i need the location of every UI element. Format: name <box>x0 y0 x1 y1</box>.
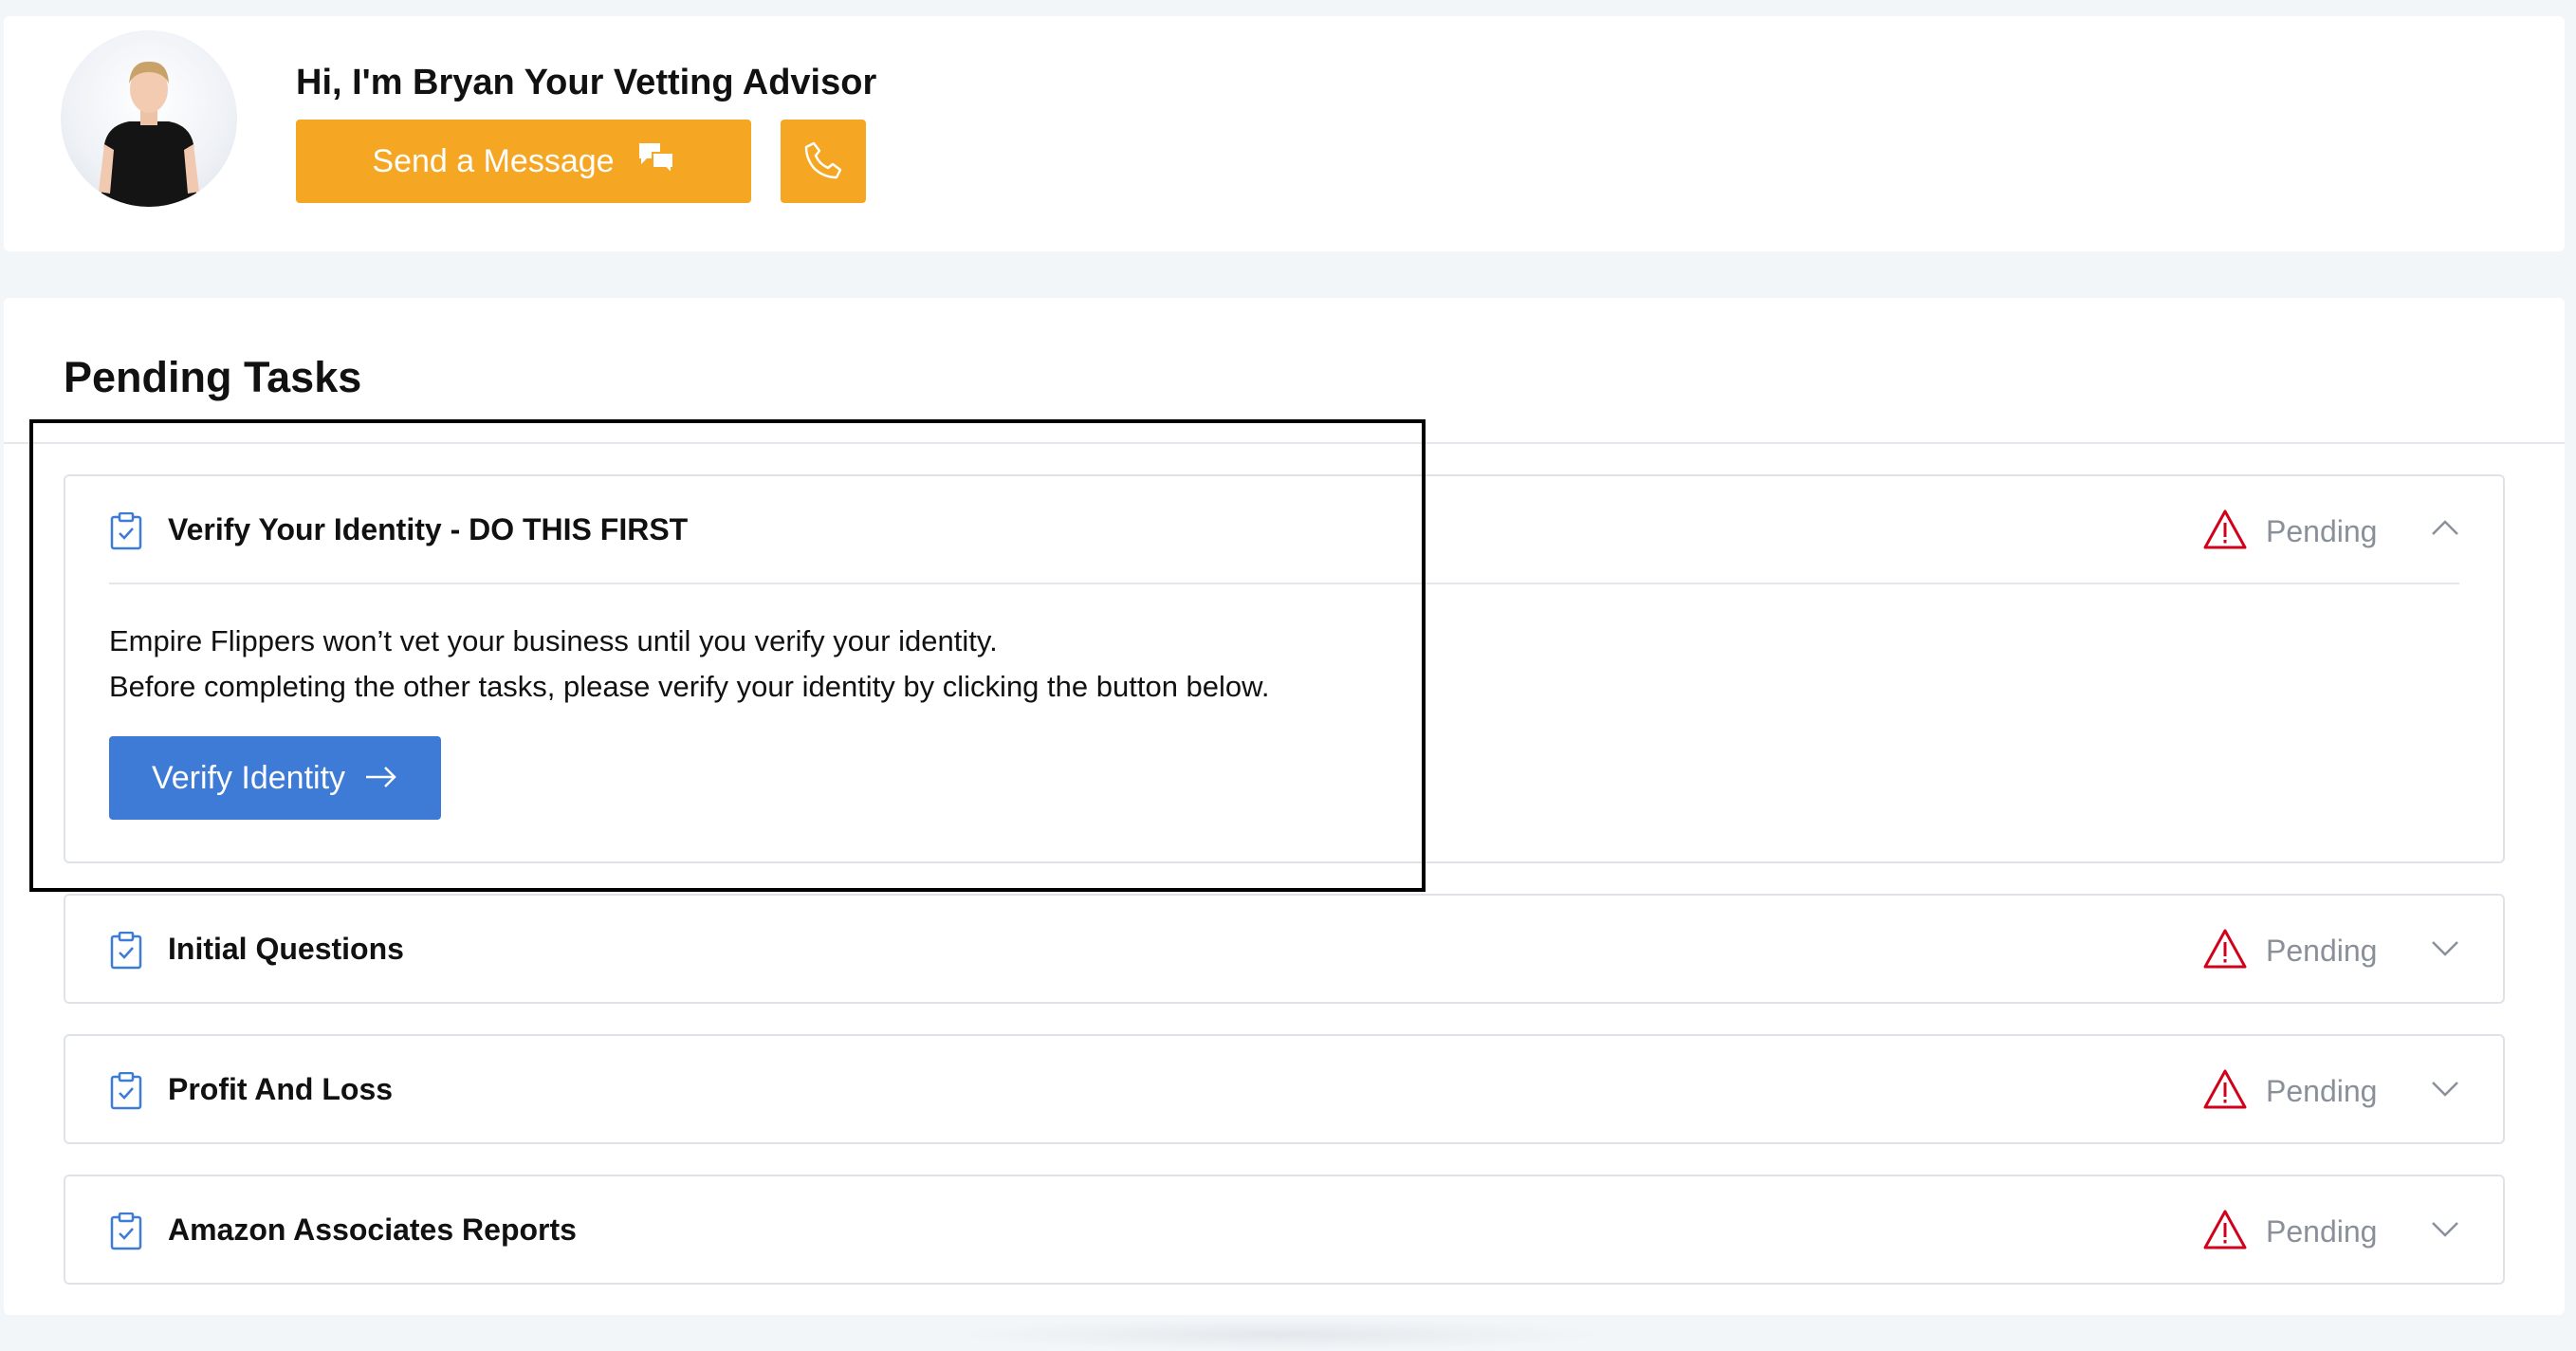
task-header[interactable]: Profit And Loss Pending <box>65 1036 2503 1142</box>
chevron-up-icon[interactable] <box>2431 514 2459 543</box>
status-badge: Pending <box>2266 514 2378 548</box>
advisor-greeting: Hi, I'm Bryan Your Vetting Advisor <box>296 63 877 102</box>
clipboard-check-icon <box>110 1212 142 1250</box>
warning-icon <box>2203 1069 2247 1109</box>
chevron-down-icon[interactable] <box>2431 1074 2459 1102</box>
clipboard-check-icon <box>110 1072 142 1110</box>
warning-icon <box>2203 929 2247 969</box>
annotation-highlight-box <box>29 419 1426 892</box>
task-title: Amazon Associates Reports <box>168 1212 577 1247</box>
chevron-down-icon[interactable] <box>2431 934 2459 962</box>
chat-bubbles-icon <box>637 141 675 182</box>
task-profit-and-loss[interactable]: Profit And Loss Pending <box>64 1034 2505 1144</box>
chevron-down-icon[interactable] <box>2431 1214 2459 1243</box>
clipboard-check-icon <box>110 932 142 970</box>
send-message-label: Send a Message <box>372 142 615 179</box>
status-badge: Pending <box>2266 1214 2378 1249</box>
advisor-avatar <box>61 30 237 207</box>
task-header[interactable]: Initial Questions Pending <box>65 896 2503 1002</box>
call-button[interactable] <box>781 120 866 203</box>
task-title: Profit And Loss <box>168 1072 394 1106</box>
task-title: Initial Questions <box>168 932 404 966</box>
bottom-shadow <box>948 1319 1612 1351</box>
warning-icon <box>2203 509 2247 549</box>
warning-icon <box>2203 1210 2247 1249</box>
phone-icon <box>802 139 844 184</box>
task-initial-questions[interactable]: Initial Questions Pending <box>64 894 2505 1004</box>
task-header[interactable]: Amazon Associates Reports Pending <box>65 1176 2503 1283</box>
status-badge: Pending <box>2266 934 2378 968</box>
status-badge: Pending <box>2266 1074 2378 1108</box>
send-message-button[interactable]: Send a Message <box>296 120 751 203</box>
page-title: Pending Tasks <box>64 353 362 401</box>
task-amazon-associates-reports[interactable]: Amazon Associates Reports Pending <box>64 1175 2505 1285</box>
